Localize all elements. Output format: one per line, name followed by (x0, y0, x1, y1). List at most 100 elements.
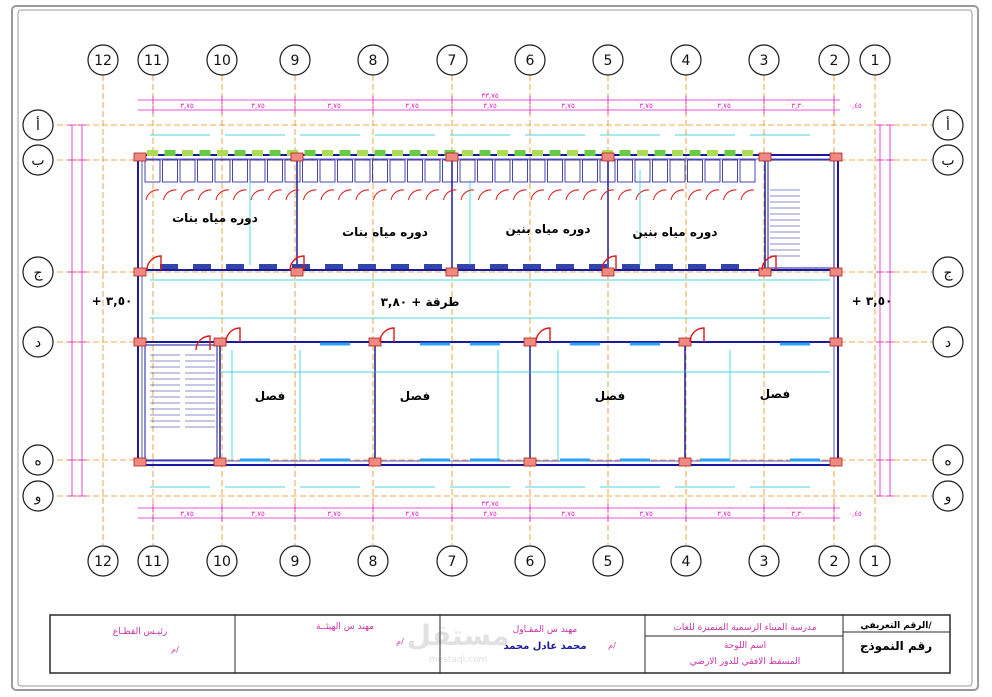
toilet-cubicle (232, 159, 248, 183)
grid-bubble-bottom-label: 4 (682, 554, 691, 570)
dimension-label: ٣,٧٥ (251, 102, 265, 110)
cubicle-door-swing (583, 189, 597, 201)
grid-bubble-bottom-label: 9 (291, 554, 300, 570)
sink (688, 264, 706, 269)
room-class-2: فصل (400, 389, 430, 403)
toilet-cubicle (494, 159, 511, 183)
door-swing (225, 327, 241, 343)
vent-marker (199, 150, 211, 156)
sink (160, 264, 178, 269)
door-swings (146, 255, 820, 462)
grid-bubble-top-label: 12 (94, 53, 112, 69)
toilet-cubicle (582, 159, 598, 183)
grid-bubble-top-label: 11 (144, 53, 162, 69)
sink (523, 264, 541, 269)
tb-sector-head-sign: م/ (171, 645, 179, 654)
vent-marker (497, 150, 508, 156)
structural-column (290, 267, 304, 277)
cubicle-door-swing (670, 189, 685, 201)
grid-axes (30, 75, 960, 545)
vent-marker (724, 150, 736, 156)
toilet-cubicle (669, 159, 686, 183)
cubicle-door-swing (303, 189, 317, 201)
level-left: + ٣,٥٠ (92, 294, 133, 308)
grid-bubble-left-label: ه (34, 453, 41, 469)
vent-marker (234, 150, 246, 156)
window (560, 458, 590, 462)
structural-column (133, 267, 147, 277)
internal-dimensions (150, 134, 830, 488)
vent-marker (269, 150, 281, 156)
vent-marker (549, 150, 561, 156)
dimension-label: ٣,٧٥ (405, 102, 419, 110)
window (470, 342, 500, 346)
cubicle-door-swing (425, 189, 440, 201)
cubicle-door-swing (653, 189, 667, 201)
tb-engineering-sign: م/ (396, 637, 404, 646)
cubicle-door-swing (443, 189, 457, 201)
dimension-label: ٣,٧٥ (561, 510, 575, 518)
room-class-4: فصل (760, 387, 790, 401)
sink (259, 264, 277, 269)
grid-bubble-right-label: ه (944, 453, 951, 469)
grid-bubbles-top: 12 11 10 9 8 7 6 5 4 3 2 1 (87, 44, 891, 76)
structural-column (829, 267, 843, 277)
sink (622, 264, 640, 269)
vent-marker (532, 150, 543, 156)
structural-column (601, 267, 615, 277)
cubicle-door-swing (460, 189, 475, 201)
structural-column (678, 337, 692, 347)
cubicle-door-swing (705, 189, 720, 201)
grid-bubble-bottom-label: 11 (144, 554, 162, 570)
window (620, 458, 650, 462)
vent-marker (182, 150, 193, 156)
tb-engineering-eng: مهند س الهيئــة (316, 622, 374, 632)
structural-column (368, 337, 382, 347)
vent-marker (637, 150, 648, 156)
vent-marker (672, 150, 683, 156)
dimension-label: ٣,٧٥ (639, 102, 653, 110)
structural-column (829, 457, 843, 467)
dimension-label: ٣,٧٥ (327, 102, 341, 110)
vent-marker (357, 150, 368, 156)
grid-bubble-top-label: 4 (682, 53, 691, 69)
cubicle-door-swing (268, 189, 282, 201)
structural-column (523, 337, 537, 347)
tb-ref-no: الرقم التعريفي/ (860, 621, 932, 631)
sink (490, 264, 508, 269)
grid-bubble-right-label: ب (941, 153, 954, 169)
cubicle-door-swing (495, 189, 510, 201)
window (700, 458, 730, 462)
cubicle-door-swing (618, 189, 632, 201)
tb-contractor-sign: م/ (608, 641, 616, 650)
toilet-cubicle (389, 159, 406, 183)
structural-column (213, 457, 227, 467)
toilet-cubicle (739, 159, 756, 183)
vent-marker (707, 150, 718, 156)
structural-column (213, 337, 227, 347)
dimension-label: ٣,٧٥ (251, 510, 265, 518)
vent-marker (689, 150, 701, 156)
room-corridor: طرقة + ٣,٨٠ (381, 295, 460, 309)
tb-drawing-name: المسقط الافقي للدور الارضي (690, 657, 800, 667)
cubicle-door-swing (723, 189, 737, 201)
grid-bubble-left-label: و (34, 489, 42, 505)
sink (721, 264, 739, 269)
vent-marker (304, 150, 316, 156)
cubicle-door-swing (145, 189, 160, 201)
toilet-cubicle (319, 159, 336, 183)
structural-column (678, 457, 692, 467)
grid-bubble-bottom-label: 8 (369, 554, 378, 570)
vent-marker (409, 150, 421, 156)
toilet-cubicle (722, 159, 738, 183)
cubicle-door-swing (355, 189, 370, 201)
vent-marker (742, 150, 753, 156)
tb-sector-head: رئيـس القطـاع (113, 627, 167, 637)
cubicle-door-swing (215, 189, 230, 201)
vent-marker (392, 150, 403, 156)
toilet-cubicle (512, 159, 528, 183)
cubicle-door-swing (198, 189, 212, 201)
room-wc-boys-2: دوره مياه بنين (633, 225, 718, 240)
door-swing (689, 327, 705, 343)
grid-bubble-top-label: 5 (604, 53, 613, 69)
